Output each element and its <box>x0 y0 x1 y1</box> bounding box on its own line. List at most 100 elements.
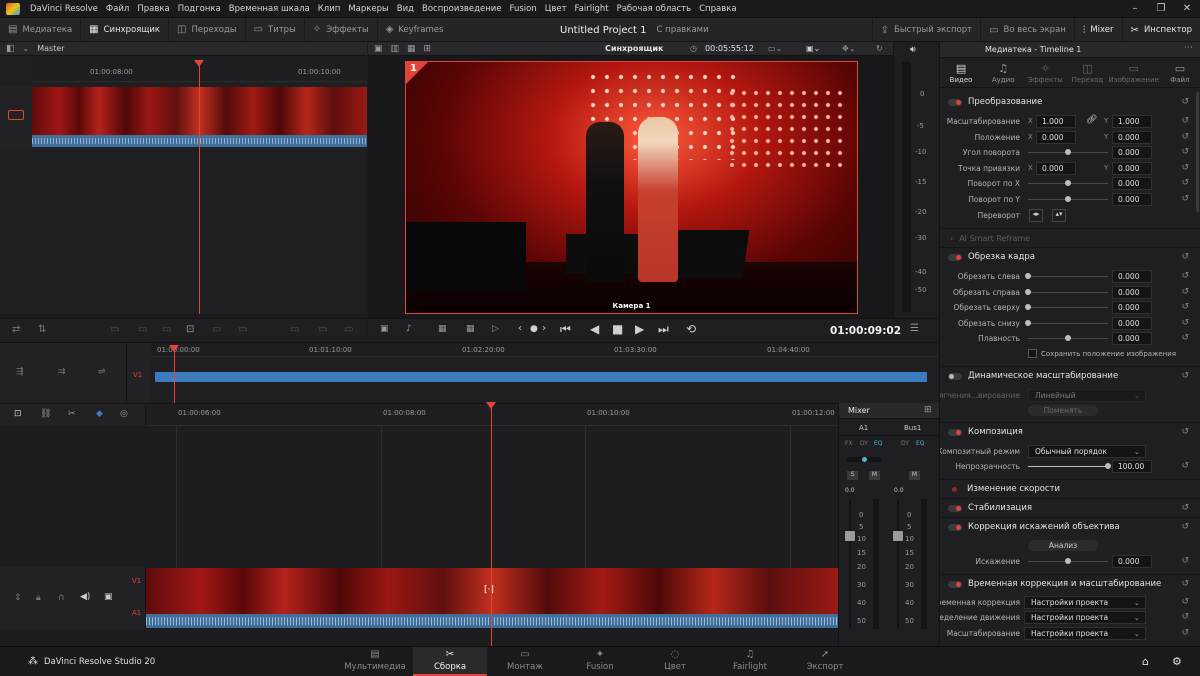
section-retime-scaling[interactable]: Временная коррекция и масштабирование ↺ <box>940 576 1200 592</box>
snap-icon[interactable]: ◆ <box>96 409 103 419</box>
image-icon[interactable]: ▣ <box>374 44 383 54</box>
position-y-field[interactable]: 0.000 <box>1112 131 1152 144</box>
tab-audio[interactable]: ♫ Аудио <box>982 58 1024 87</box>
bus-dynamics[interactable]: DY <box>901 440 909 447</box>
section-transform[interactable]: Преобразование ↺ <box>940 94 1200 110</box>
lower-playhead[interactable] <box>486 402 496 409</box>
reset-icon[interactable]: ↺ <box>1181 597 1189 607</box>
transform-toggle[interactable] <box>948 98 962 106</box>
marker-dot-icon[interactable]: ● <box>530 324 538 334</box>
go-to-start-icon[interactable]: ⏮ <box>560 322 571 337</box>
insert-icon[interactable]: ⇄ <box>12 324 20 335</box>
lock-icon[interactable]: 🔒︎ <box>36 593 41 603</box>
crop-toggle[interactable] <box>948 253 962 261</box>
a1-dynamics[interactable]: DY <box>860 440 868 447</box>
crop-bottom-field[interactable]: 0.000 <box>1112 317 1152 330</box>
distortion-field[interactable]: 0.000 <box>1112 555 1152 568</box>
audio-icon[interactable]: ♪ <box>406 324 412 334</box>
flip-vertical-icon[interactable]: ▴▾ <box>1052 209 1066 222</box>
page-deliver[interactable]: ➚ Экспорт <box>788 647 862 676</box>
pitch-field[interactable]: 0.000 <box>1112 177 1152 190</box>
zoom-y-field[interactable]: 1.000 <box>1112 115 1152 128</box>
source-playhead-line[interactable] <box>199 62 200 314</box>
reset-icon[interactable]: ↺ <box>1181 318 1189 328</box>
reset-icon[interactable]: ↺ <box>1181 271 1189 281</box>
dynamic-zoom-toggle[interactable] <box>948 372 962 380</box>
loop-icon[interactable]: ⟲ <box>686 322 696 336</box>
page-fusion[interactable]: ✦ Fusion <box>563 647 637 676</box>
sync-bin-button[interactable]: ▦ Синхроящик <box>81 17 170 42</box>
composite-toggle[interactable] <box>948 428 962 436</box>
reset-icon[interactable]: ↺ <box>1181 163 1189 173</box>
overlay-icon[interactable]: ▣⌄ <box>806 44 820 53</box>
overwrite-icon[interactable]: ⇅ <box>38 324 46 335</box>
stabilization-toggle[interactable] <box>948 504 962 512</box>
mixer-expand-icon[interactable]: ⊞ <box>924 405 932 415</box>
crop-left-field[interactable]: 0.000 <box>1112 270 1152 283</box>
mixer-button[interactable]: ⫶ Mixer <box>1075 18 1123 42</box>
minimize-icon[interactable]: – <box>1122 0 1148 18</box>
source-overwrite-icon[interactable]: ▭ <box>238 324 247 335</box>
crop-top-slider[interactable] <box>1025 304 1108 310</box>
crop-icon[interactable]: ▣ <box>380 324 389 334</box>
menu-icon[interactable]: ☰ <box>910 323 919 334</box>
tab-file[interactable]: ▭ Файл <box>1159 58 1200 87</box>
sync-icon[interactable]: ▦ <box>438 324 447 334</box>
yaw-field[interactable]: 0.000 <box>1112 193 1152 206</box>
reset-icon[interactable]: ↺ <box>1181 147 1189 157</box>
menu-edit[interactable]: Правка <box>133 4 173 14</box>
fullscreen-button[interactable]: ▭ Во весь экран <box>981 18 1075 42</box>
play-options-icon[interactable]: ▷ <box>492 324 499 334</box>
bus-fader[interactable] <box>893 531 903 541</box>
zoom-x-field[interactable]: 1.000 <box>1036 115 1076 128</box>
a1-fader-track[interactable] <box>849 499 851 629</box>
play-icon[interactable]: ▶ <box>635 322 644 336</box>
audio-scrub-icon[interactable]: ◎ <box>120 409 128 419</box>
reset-icon[interactable]: ↺ <box>1181 178 1189 188</box>
effects-button[interactable]: ✧ Эффекты <box>305 17 378 42</box>
speaker-track-icon[interactable]: ◀) <box>80 592 90 602</box>
upper-ruler[interactable]: 01:00:00:00 01:01:10:00 01:02:20:00 01:0… <box>151 343 938 357</box>
page-media[interactable]: ▤ Мультимедиа <box>338 647 412 676</box>
inspector-more-icon[interactable]: ⋯ <box>1184 43 1193 53</box>
append-icon[interactable]: ▭ <box>138 324 147 335</box>
a1-fader[interactable] <box>845 531 855 541</box>
reset-icon[interactable]: ↺ <box>1181 579 1189 589</box>
analyze-button[interactable]: Анализ <box>1028 540 1098 551</box>
page-cut[interactable]: ✂ Сборка <box>413 647 487 676</box>
menu-view[interactable]: Вид <box>393 4 418 14</box>
tab-video[interactable]: ▤ Видео <box>940 58 982 87</box>
inspector-button[interactable]: ✂ Инспектор <box>1123 18 1200 42</box>
swap-button[interactable]: Поменять <box>1028 405 1098 416</box>
upper-playhead[interactable] <box>169 345 179 352</box>
retain-image-checkbox[interactable] <box>1028 349 1037 358</box>
bus-mute-button[interactable]: M <box>909 471 920 480</box>
timeline-view-icon[interactable]: ⊡ <box>14 409 22 419</box>
video-track-icon[interactable] <box>8 110 24 120</box>
bus-fader-track[interactable] <box>897 499 899 629</box>
crop-bottom-slider[interactable] <box>1025 320 1108 326</box>
menu-clip[interactable]: Клип <box>314 4 345 14</box>
menu-workspace[interactable]: Рабочая область <box>613 4 696 14</box>
page-edit[interactable]: ▭ Монтаж <box>488 647 562 676</box>
settings-gear-icon[interactable]: ⚙ <box>1172 655 1182 668</box>
page-color[interactable]: ◌ Цвет <box>638 647 712 676</box>
section-smart-reframe[interactable]: › AI Smart Reframe <box>940 230 1200 246</box>
menu-fairlight[interactable]: Fairlight <box>571 4 613 14</box>
a1-solo-button[interactable]: S <box>847 471 858 480</box>
close-icon[interactable]: ✕ <box>1174 0 1200 18</box>
reset-icon[interactable]: ↺ <box>1181 628 1189 638</box>
menu-file[interactable]: Файл <box>102 4 133 14</box>
view-options-icon[interactable]: ▭⌄ <box>768 44 782 53</box>
softness-slider[interactable] <box>1028 335 1108 341</box>
reset-icon[interactable]: ↺ <box>1181 612 1189 622</box>
reset-icon[interactable]: ↺ <box>1181 427 1189 437</box>
panel-toggle-icon[interactable]: ◧ <box>6 44 15 54</box>
reset-icon[interactable]: ↺ <box>1181 287 1189 297</box>
reset-icon[interactable]: ↺ <box>1181 252 1189 262</box>
razor-icon[interactable]: ✂ <box>68 409 76 419</box>
tab-transition[interactable]: ◫ Переход <box>1066 58 1108 87</box>
menu-help[interactable]: Справка <box>695 4 740 14</box>
next-marker-icon[interactable]: › <box>542 323 546 334</box>
split-icon[interactable]: ▭ <box>290 324 299 335</box>
